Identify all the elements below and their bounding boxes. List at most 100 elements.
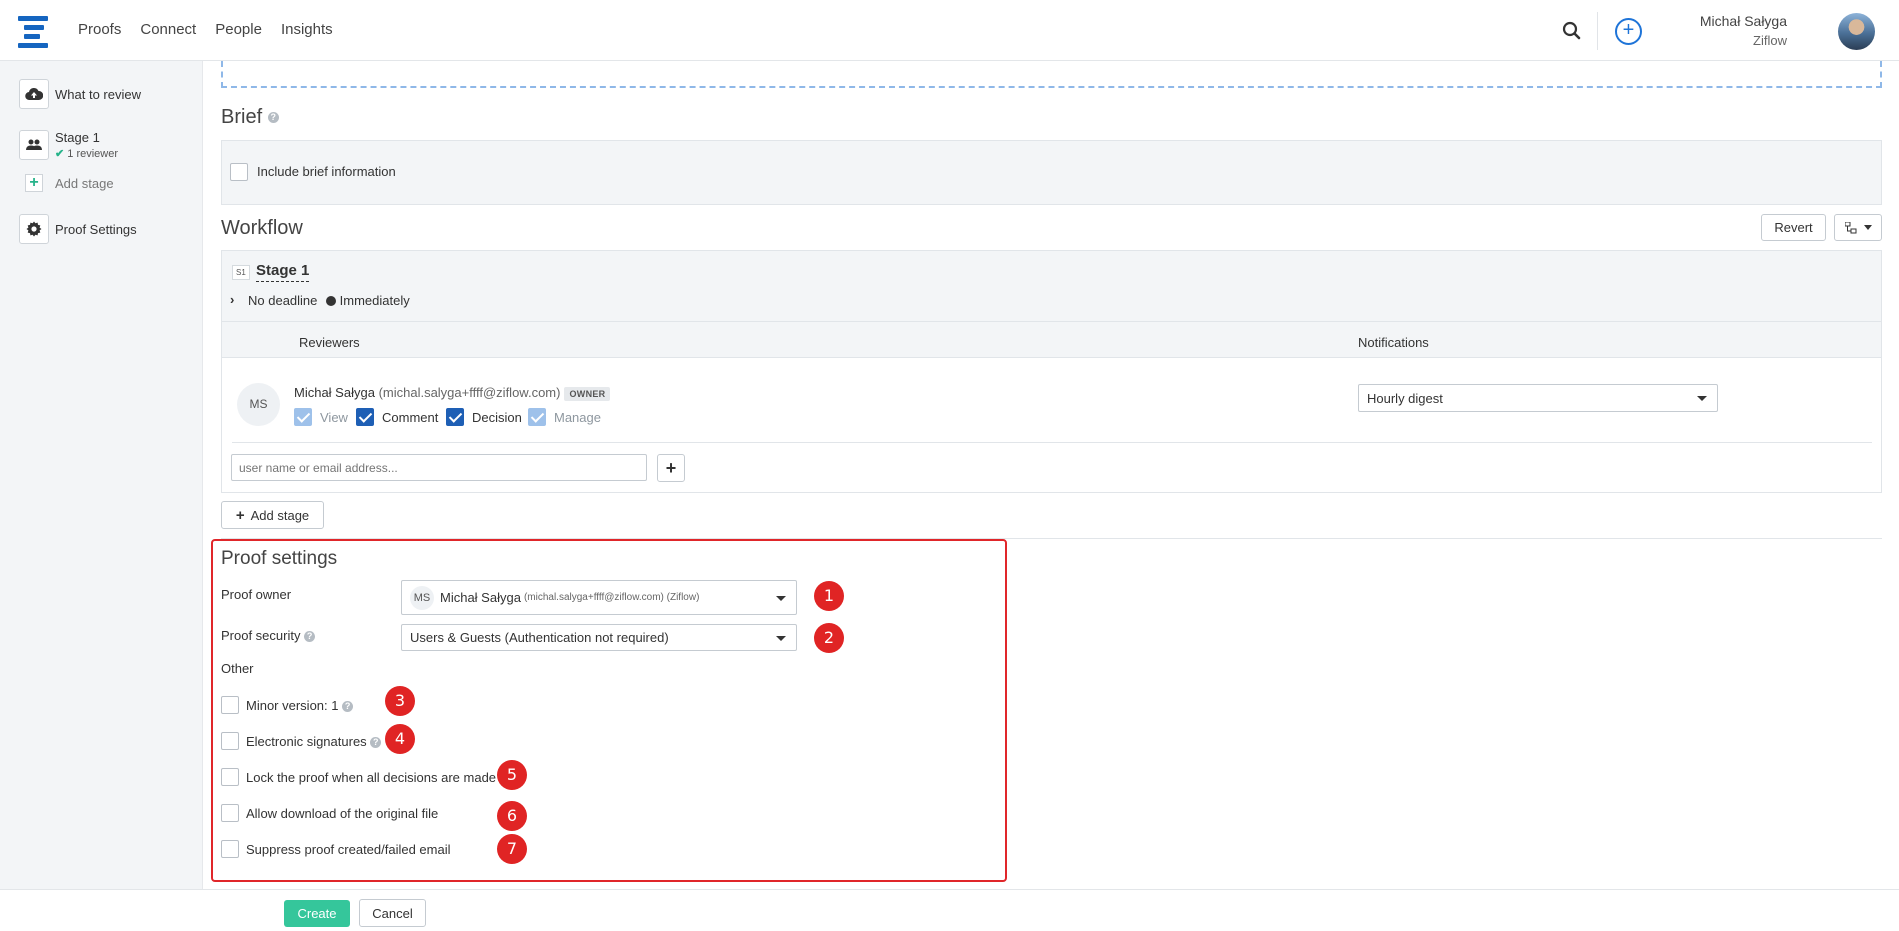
proof-owner-field[interactable]: MS Michał Sałyga (michal.salyga+ffff@zif… (401, 580, 797, 615)
user-name: Michał Sałyga (1699, 13, 1787, 29)
reviewer-avatar: MS (237, 383, 280, 426)
include-brief-checkbox[interactable] (230, 163, 248, 181)
manage-permission-checkbox (528, 408, 546, 426)
main-nav: Proofs Connect People Insights (78, 21, 333, 38)
other-label: Other (221, 661, 254, 676)
lock-proof-checkbox[interactable] (221, 768, 239, 786)
sidebar-label-add-stage: Add stage (55, 175, 114, 191)
create-button[interactable]: Create (284, 900, 350, 927)
cloud-upload-icon (19, 79, 49, 109)
proof-settings-heading: Proof settings (221, 548, 338, 569)
stage-start[interactable]: Immediately (326, 293, 410, 308)
nav-connect[interactable]: Connect (140, 21, 196, 38)
nav-people[interactable]: People (215, 21, 262, 38)
minor-version-label: Minor version: 1 ? (246, 698, 354, 713)
suppress-email-label: Suppress proof created/failed email (246, 842, 451, 857)
column-reviewers: Reviewers (299, 335, 360, 350)
cancel-button[interactable]: Cancel (359, 899, 426, 927)
user-avatar[interactable] (1838, 13, 1875, 50)
owner-avatar: MS (410, 585, 434, 610)
chevron-down-icon (1863, 225, 1872, 230)
marker-5: 5 (497, 760, 527, 790)
suppress-email-checkbox[interactable] (221, 840, 239, 858)
include-brief-label: Include brief information (257, 164, 396, 179)
workflow-template-dropdown[interactable] (1834, 214, 1882, 241)
allow-download-label: Allow download of the original file (246, 806, 439, 821)
view-permission-label: View (320, 410, 348, 425)
sidebar-add-stage[interactable]: + Add stage (25, 174, 114, 192)
nav-insights[interactable]: Insights (281, 21, 333, 38)
allow-download-checkbox[interactable] (221, 804, 239, 822)
check-icon: ✔ (55, 148, 65, 160)
sidebar-item-proof-settings[interactable]: Proof Settings (19, 214, 137, 244)
sidebar-label-proof-settings: Proof Settings (55, 221, 137, 237)
marker-3: 3 (385, 686, 415, 716)
sidebar-label-stage: Stage 1 (55, 130, 100, 145)
proof-owner-label: Proof owner (221, 587, 292, 602)
reviewer-name: Michał Sałyga (294, 385, 375, 400)
proof-security-select[interactable]: Users & Guests (Authentication not requi… (401, 624, 797, 651)
minor-version-checkbox[interactable] (221, 696, 239, 714)
brief-heading: Brief ? (221, 106, 279, 129)
user-menu[interactable]: Michał Sałyga Ziflow (1700, 13, 1787, 48)
owner-badge: OWNER (564, 386, 611, 401)
clock-icon (326, 296, 336, 306)
marker-1: 1 (814, 581, 844, 611)
ziflow-logo[interactable] (18, 16, 48, 48)
marker-7: 7 (497, 834, 527, 864)
reviewers-table-header: Reviewers Notifications (222, 322, 1881, 358)
comment-permission-label: Comment (382, 410, 439, 425)
decision-permission-label: Decision (472, 410, 522, 425)
upload-dropzone[interactable] (221, 61, 1882, 88)
owner-name: Michał Sałyga (440, 590, 521, 605)
workflow-heading: Workflow (221, 217, 303, 239)
add-stage-button[interactable]: + Add stage (221, 501, 324, 529)
add-reviewer-button[interactable]: + (657, 454, 685, 482)
marker-6: 6 (497, 801, 527, 831)
sidebar-item-what-to-review[interactable]: What to review (19, 79, 141, 109)
brief-panel: Include brief information (221, 140, 1882, 205)
proof-wizard-sidebar: What to review Stage 1 ✔ 1 reviewer + Ad… (0, 61, 203, 889)
electronic-signatures-label: Electronic signatures ? (246, 734, 382, 749)
lock-proof-label: Lock the proof when all decisions are ma… (246, 770, 497, 785)
chevron-right-icon[interactable]: › (230, 292, 234, 307)
owner-detail: (michal.salyga+ffff@ziflow.com) (Ziflow) (523, 592, 700, 603)
help-icon[interactable]: ? (342, 701, 354, 713)
comment-permission-checkbox[interactable] (356, 408, 374, 426)
help-icon[interactable]: ? (370, 737, 382, 749)
stage-badge: S1 (232, 265, 250, 280)
help-icon[interactable]: ? (304, 631, 316, 643)
nav-divider (1597, 12, 1598, 50)
stage-name[interactable]: Stage 1 (256, 262, 310, 282)
notification-select[interactable]: Hourly digest (1358, 384, 1718, 412)
sidebar-stage-reviewers: 1 reviewer (67, 148, 119, 160)
reviewer-email: (michal.salyga+ffff@ziflow.com) (378, 385, 561, 400)
gear-icon (19, 214, 49, 244)
column-notifications: Notifications (1358, 335, 1429, 350)
row-divider (232, 442, 1872, 443)
plus-icon: + (235, 506, 245, 524)
reviewers-table: Reviewers Notifications MS Michał Sałyga… (222, 321, 1881, 492)
stage-deadline[interactable]: No deadline (248, 293, 317, 308)
nav-proofs[interactable]: Proofs (78, 21, 121, 38)
sidebar-label-what-to-review: What to review (55, 86, 141, 102)
marker-2: 2 (814, 623, 844, 653)
create-plus-icon[interactable]: + (1615, 18, 1642, 45)
electronic-signatures-checkbox[interactable] (221, 732, 239, 750)
people-icon (19, 130, 49, 160)
manage-permission-label: Manage (554, 410, 601, 425)
search-icon[interactable] (1562, 21, 1582, 41)
plus-icon: + (25, 174, 43, 192)
view-permission-checkbox (294, 408, 312, 426)
help-icon[interactable]: ? (267, 112, 279, 124)
reviewer-identity: Michał Sałyga (michal.salyga+ffff@ziflow… (294, 385, 611, 401)
top-navigation-bar: Proofs Connect People Insights + Michał … (0, 0, 1899, 61)
add-reviewer-input[interactable] (231, 454, 647, 481)
proof-security-label: Proof security ? (221, 628, 316, 643)
decision-permission-checkbox[interactable] (446, 408, 464, 426)
user-organization: Ziflow (1753, 33, 1787, 48)
hierarchy-icon (1844, 221, 1856, 233)
sidebar-item-stage-1[interactable]: Stage 1 ✔ 1 reviewer (19, 130, 118, 160)
revert-button[interactable]: Revert (1761, 214, 1826, 241)
stage-panel: S1 Stage 1 › No deadline Immediately Rev… (221, 250, 1882, 493)
